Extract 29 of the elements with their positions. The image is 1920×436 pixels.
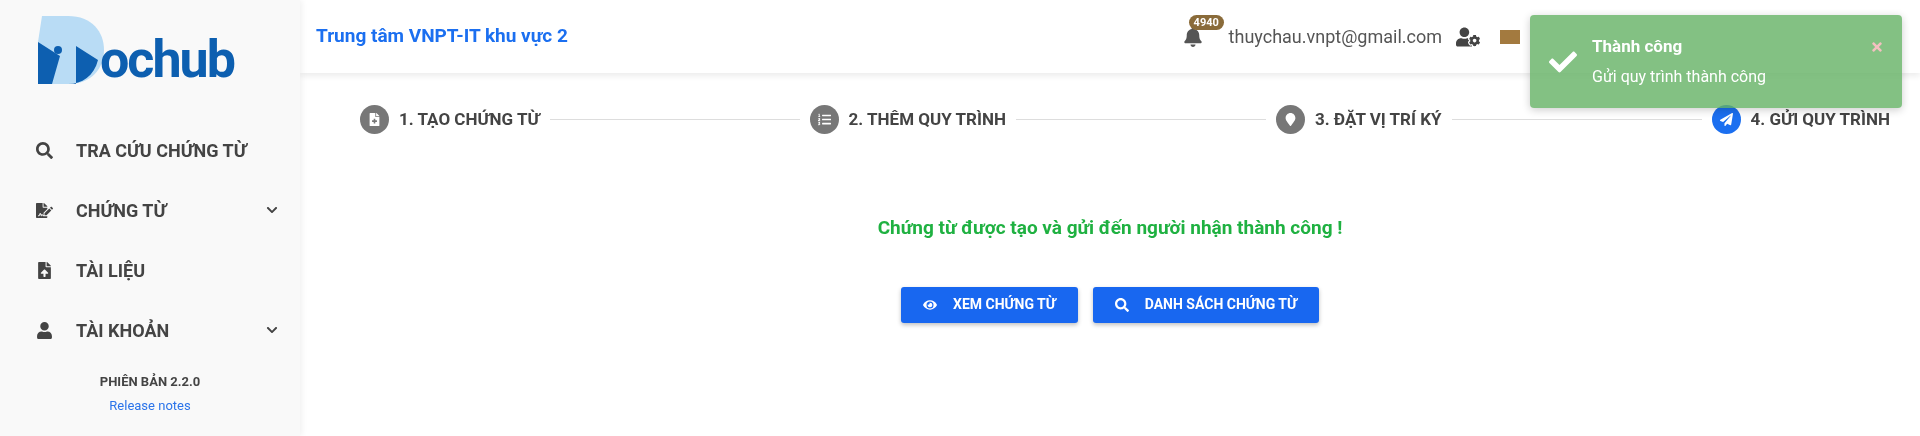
- toast-message: Gửi quy trình thành công: [1592, 66, 1767, 89]
- header-title: Trung tâm VNPT-IT khu vực 2: [316, 23, 568, 50]
- sidebar-item[interactable]: TÀI KHOẢN: [0, 300, 300, 360]
- version-label: PHIÊN BẢN 2.2.0: [99, 372, 201, 391]
- search-icon: [36, 141, 53, 159]
- list-icon: [809, 105, 839, 134]
- notification-badge: 4940: [1188, 14, 1224, 30]
- user-email: thuychau.vnpt@gmail.com: [1228, 25, 1442, 49]
- sidebar-item[interactable]: CHỨNG TỪ: [0, 180, 300, 240]
- sidebar-item[interactable]: TRA CỨU CHỨNG TỪ: [0, 120, 300, 180]
- search-icon: [1114, 297, 1129, 312]
- bell-icon[interactable]: [1182, 26, 1203, 47]
- eye-icon: [923, 297, 938, 312]
- file-upload-icon: [36, 261, 53, 279]
- action-button[interactable]: DANH SÁCH CHỨNG TỪ: [1092, 286, 1319, 323]
- success-message: Chứng từ được tạo và gửi đến người nhận thành công !: [877, 215, 1343, 241]
- user-settings-icon[interactable]: [1456, 26, 1480, 47]
- logo-text: ochub: [100, 36, 234, 84]
- pin-icon: [1275, 105, 1305, 134]
- step-tab[interactable]: 3. ĐẶT VỊ TRÍ KÝ: [1275, 105, 1442, 134]
- step-tab[interactable]: 1. TẠO CHỨNG TỪ: [360, 105, 540, 134]
- document-icon: [36, 201, 53, 219]
- release-notes-link[interactable]: Release notes: [109, 395, 191, 415]
- sidebar-item[interactable]: TÀI LIỆU: [0, 240, 300, 300]
- file-plus-icon: [360, 105, 389, 134]
- action-button[interactable]: XEM CHỨNG TỪ: [901, 286, 1078, 323]
- user-icon: [36, 321, 53, 339]
- step-tab[interactable]: 2. THÊM QUY TRÌNH: [809, 105, 1006, 134]
- toast-title: Thành công: [1592, 34, 1684, 58]
